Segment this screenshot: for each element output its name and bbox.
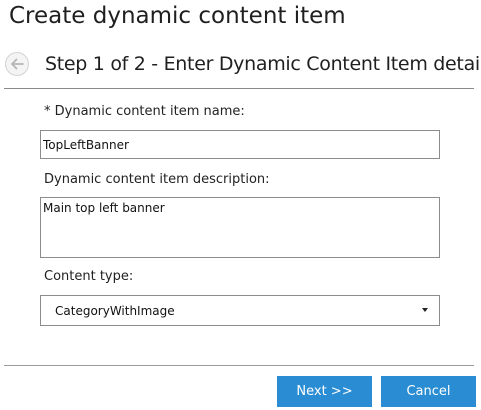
content-type-selected-value: CategoryWithImage [55, 304, 175, 318]
chevron-down-icon [422, 308, 428, 312]
content-type-select[interactable]: CategoryWithImage [40, 295, 440, 326]
content-type-label: Content type: [44, 269, 134, 284]
bottom-divider [4, 365, 474, 366]
dialog-title: Create dynamic content item [9, 3, 346, 29]
description-label: Dynamic content item description: [44, 172, 270, 187]
name-label: * Dynamic content item name: [44, 104, 245, 119]
back-button[interactable] [5, 52, 29, 76]
top-divider [4, 88, 474, 89]
step-title: Step 1 of 2 - Enter Dynamic Content Item… [45, 53, 481, 75]
description-textarea[interactable]: Main top left banner [40, 197, 440, 258]
name-input[interactable] [40, 130, 440, 159]
back-arrow-icon [11, 58, 24, 70]
cancel-button[interactable]: Cancel [381, 376, 476, 407]
next-button[interactable]: Next >> [277, 376, 372, 407]
